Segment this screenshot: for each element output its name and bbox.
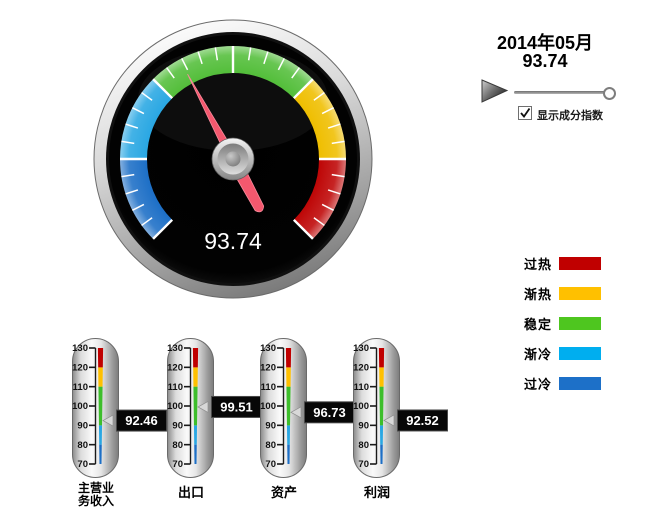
svg-text:80: 80 <box>358 440 369 451</box>
thermometer-name: 利润 <box>363 485 390 500</box>
legend-swatch-amber <box>559 287 601 300</box>
svg-text:100: 100 <box>353 401 369 412</box>
period-value: 93.74 <box>522 51 568 71</box>
thermometer-name: 出口 <box>177 485 204 500</box>
svg-text:70: 70 <box>358 459 369 470</box>
svg-text:110: 110 <box>261 382 276 393</box>
legend-item-warming: 渐热 <box>516 284 601 303</box>
legend-label: 渐冷 <box>523 347 552 362</box>
legend-label: 过热 <box>523 257 552 272</box>
legend-swatch-red <box>559 257 601 270</box>
svg-text:92.46: 92.46 <box>125 413 158 428</box>
svg-text:90: 90 <box>265 421 276 432</box>
thermometer-revenue: 130 120 110 100 90 80 70 92.46 <box>72 338 172 479</box>
svg-text:96.73: 96.73 <box>313 405 346 420</box>
legend: 过热 渐热 稳定 渐冷 过冷 <box>516 254 601 404</box>
timeline-slider-handle[interactable] <box>603 87 616 100</box>
svg-text:70: 70 <box>77 459 88 470</box>
thermometer-profit: 130 120 110 100 90 80 70 92.52 <box>353 338 453 479</box>
svg-text:90: 90 <box>358 421 369 432</box>
svg-text:120: 120 <box>353 363 369 374</box>
legend-swatch-green <box>559 317 601 330</box>
checkmark-icon <box>520 107 531 118</box>
play-icon <box>481 79 509 103</box>
legend-label: 渐热 <box>523 287 552 302</box>
legend-swatch-lightblue <box>559 347 601 360</box>
legend-item-overheat: 过热 <box>516 254 601 273</box>
legend-item-overcool: 过冷 <box>516 374 601 393</box>
svg-text:120: 120 <box>72 363 88 374</box>
svg-text:70: 70 <box>172 459 183 470</box>
svg-text:130: 130 <box>167 343 183 354</box>
svg-text:70: 70 <box>265 459 276 470</box>
show-components-checkbox[interactable] <box>518 106 532 120</box>
thermometer-name: 主营业 务收入 <box>77 481 114 508</box>
svg-text:99.51: 99.51 <box>220 399 253 414</box>
svg-text:92.52: 92.52 <box>406 413 439 428</box>
thermometer-chart: 130 120 110 100 90 80 70 99.51 <box>167 338 262 478</box>
play-button[interactable] <box>481 79 509 103</box>
legend-swatch-blue <box>559 377 601 390</box>
svg-text:90: 90 <box>172 421 183 432</box>
svg-text:120: 120 <box>260 363 276 374</box>
svg-text:130: 130 <box>260 343 276 354</box>
timeline-slider-track[interactable] <box>514 91 614 94</box>
legend-item-stable: 稳定 <box>516 314 601 333</box>
gauge-chart: 93.74 <box>93 19 373 299</box>
thermometer-chart: 130 120 110 100 90 80 70 92.52 <box>353 338 448 478</box>
svg-text:130: 130 <box>353 343 369 354</box>
svg-text:100: 100 <box>72 401 88 412</box>
dashboard: 93.74 2014年05月 93.74 显示成分指数 过热 渐热 稳定 渐冷 <box>0 0 658 516</box>
svg-text:110: 110 <box>73 382 88 393</box>
thermometer-assets: 130 120 110 100 90 80 70 96.73 <box>260 338 360 479</box>
svg-text:90: 90 <box>77 421 88 432</box>
svg-text:120: 120 <box>167 363 183 374</box>
thermometer-chart: 130 120 110 100 90 80 70 96.73 <box>260 338 355 478</box>
gauge-hub-center <box>225 151 241 167</box>
legend-label: 过冷 <box>523 377 552 392</box>
svg-text:80: 80 <box>172 440 183 451</box>
svg-text:110: 110 <box>354 382 369 393</box>
thermometer-export: 130 120 110 100 90 80 70 99.51 <box>167 338 267 479</box>
svg-text:130: 130 <box>72 343 88 354</box>
legend-label: 稳定 <box>523 317 552 332</box>
svg-text:80: 80 <box>265 440 276 451</box>
svg-text:110: 110 <box>168 382 183 393</box>
svg-text:100: 100 <box>260 401 276 412</box>
legend-item-cooling: 渐冷 <box>516 344 601 363</box>
thermometer-name: 资产 <box>270 485 297 500</box>
show-components-label[interactable]: 显示成分指数 <box>537 107 603 123</box>
thermometer-chart: 130 120 110 100 90 80 70 92.46 <box>72 338 167 478</box>
svg-text:80: 80 <box>77 440 88 451</box>
gauge-value: 93.74 <box>204 228 262 254</box>
svg-text:100: 100 <box>167 401 183 412</box>
